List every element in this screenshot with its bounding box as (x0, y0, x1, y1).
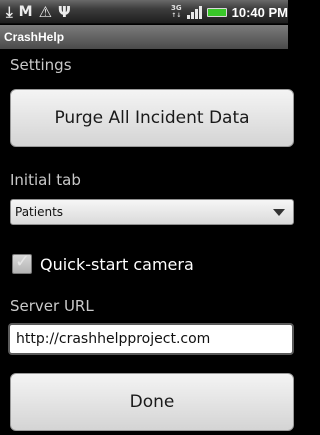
network-type-icon: 3G ↑↓ (171, 4, 182, 20)
server-url-label: Server URL (10, 297, 94, 315)
quick-start-camera-label: Quick-start camera (40, 254, 194, 274)
app-title: CrashHelp (4, 30, 65, 44)
status-bar: ⤓ M ⚠ Ψ 3G ↑↓ 10:40 PM (0, 0, 288, 24)
notification-icons: ⤓ M ⚠ Ψ (6, 2, 71, 22)
initial-tab-selected-value: Patients (15, 205, 64, 219)
quick-start-camera-row[interactable]: ✓ Quick-start camera (12, 251, 194, 276)
purge-button-label: Purge All Incident Data (54, 108, 250, 128)
download-icon: ⤓ (6, 3, 13, 21)
server-url-input[interactable]: http://crashhelpproject.com (8, 323, 294, 355)
warning-icon: ⚠ (38, 3, 53, 21)
gmail-icon: M (18, 4, 33, 20)
initial-tab-label: Initial tab (10, 171, 81, 189)
quick-start-camera-checkbox[interactable]: ✓ (12, 251, 32, 274)
done-button-label: Done (129, 392, 175, 412)
purge-all-incident-data-button[interactable]: Purge All Incident Data (10, 89, 294, 147)
server-url-value: http://crashhelpproject.com (16, 331, 211, 347)
battery-icon (206, 7, 227, 17)
settings-heading: Settings (10, 56, 72, 74)
initial-tab-select[interactable]: Patients (10, 199, 294, 225)
usb-icon: Ψ (58, 3, 71, 21)
checkmark-icon: ✓ (15, 251, 31, 272)
done-button[interactable]: Done (10, 373, 294, 431)
app-title-bar: CrashHelp (0, 25, 288, 49)
dropdown-arrow-icon (273, 209, 285, 216)
clock: 10:40 PM (231, 4, 288, 20)
signal-strength-icon (186, 5, 202, 19)
